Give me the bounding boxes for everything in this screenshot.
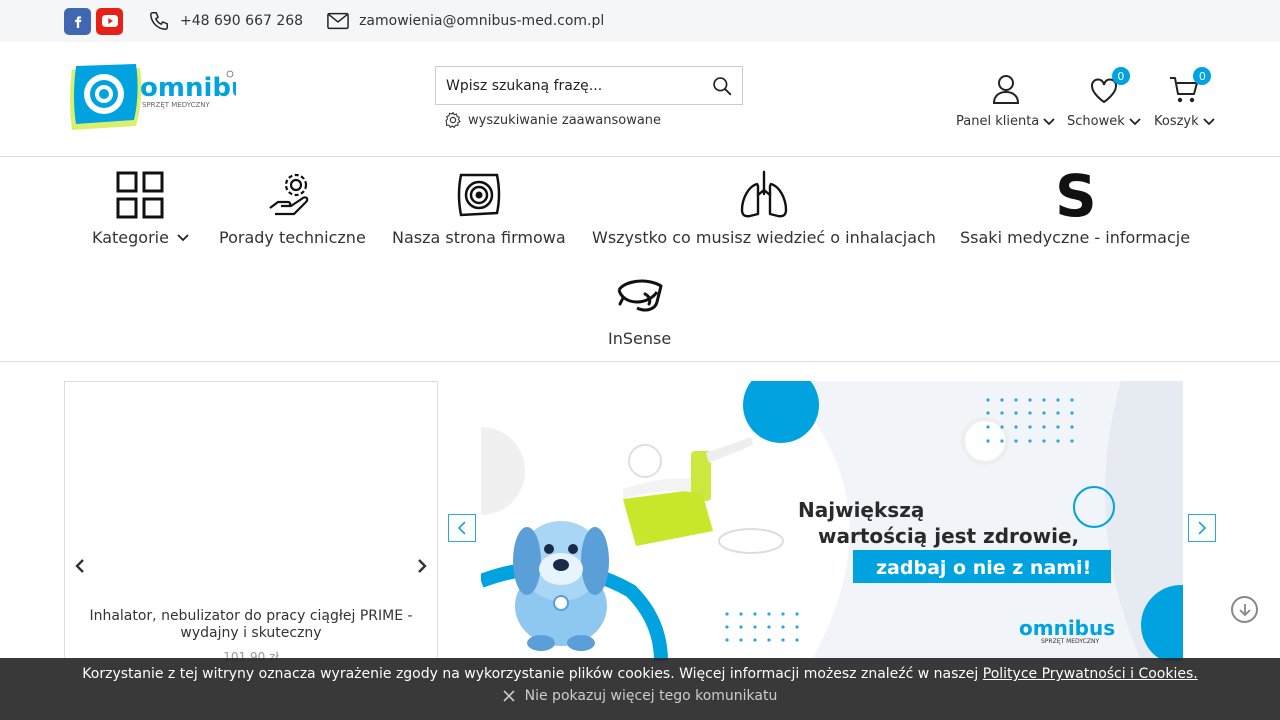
email-address: zamowienia@omnibus-med.com.pl xyxy=(359,13,605,29)
header: omnibus SPRZĘT MEDYCZNY wyszukiwanie zaa… xyxy=(0,42,1280,157)
nav-item-company-site[interactable]: Nasza strona firmowa xyxy=(392,170,566,247)
chevron-right-icon xyxy=(418,559,427,573)
search-button[interactable] xyxy=(702,67,742,104)
nav-item-aspirators-info[interactable]: S Ssaki medyczne - informacje xyxy=(960,170,1190,247)
carousel-prev-button[interactable] xyxy=(75,557,85,578)
letter-s-icon: S xyxy=(1055,170,1097,220)
grid-icon xyxy=(116,171,164,219)
banner-brand: omnibus xyxy=(1019,616,1115,640)
hero-banner[interactable]: Największą wartością jest zdrowie, zadba… xyxy=(481,381,1183,661)
cookie-banner: Korzystanie z tej witryny oznacza wyraże… xyxy=(0,658,1280,720)
product-title[interactable]: Inhalator, nebulizator do pracy ciągłej … xyxy=(85,608,417,642)
banner-line2: wartością jest zdrowie, xyxy=(818,524,1079,548)
nav-item-categories[interactable]: Kategorie xyxy=(92,170,189,247)
product-carousel: Inhalator, nebulizator do pracy ciągłej … xyxy=(64,381,438,701)
wishlist-menu[interactable]: 0 Schowek xyxy=(1067,67,1141,129)
cart-menu[interactable]: 0 Koszyk xyxy=(1154,67,1215,129)
top-bar: +48 690 667 268 zamowienia@omnibus-med.c… xyxy=(0,0,1280,42)
nav-label: Nasza strona firmowa xyxy=(392,228,566,247)
privacy-policy-link[interactable]: Polityce Prywatności i Cookies. xyxy=(983,666,1198,682)
arrow-down-icon xyxy=(1238,603,1251,616)
banner-brand-sub: SPRZĘT MEDYCZNY xyxy=(1041,638,1099,645)
cart-count-badge: 0 xyxy=(1193,67,1212,85)
banner-prev-button[interactable] xyxy=(448,514,476,542)
facebook-icon[interactable] xyxy=(64,7,91,35)
nav-item-tech-tips[interactable]: Porady techniczne xyxy=(219,170,366,247)
nav-label: Wszystko co musisz wiedzieć o inhalacjac… xyxy=(592,228,936,247)
hand-gear-icon xyxy=(269,173,309,216)
advanced-search-label: wyszukiwanie zaawansowane xyxy=(468,112,662,128)
lungs-icon xyxy=(740,170,788,218)
cookie-message: Korzystanie z tej witryny oznacza wyraże… xyxy=(82,666,979,682)
wishlist-label: Schowek xyxy=(1067,114,1125,129)
cookie-message-row: Korzystanie z tej witryny oznacza wyraże… xyxy=(0,666,1280,682)
phone-icon xyxy=(150,12,168,30)
search-box xyxy=(435,66,743,105)
banner-line3: zadbaj o nie z nami! xyxy=(876,557,1091,579)
svg-text:SPRZĘT MEDYCZNY: SPRZĘT MEDYCZNY xyxy=(142,101,211,109)
mail-icon xyxy=(327,12,349,30)
advanced-search-link[interactable]: wyszukiwanie zaawansowane xyxy=(444,111,661,129)
phone-contact[interactable]: +48 690 667 268 xyxy=(148,10,303,32)
search-input[interactable] xyxy=(436,67,702,104)
scroll-down-button[interactable] xyxy=(1231,596,1258,623)
mask-icon xyxy=(617,279,663,312)
chevron-down-icon xyxy=(1043,117,1055,125)
nav-item-insense[interactable]: InSense xyxy=(608,271,671,348)
cookie-dismiss-label: Nie pokazuj więcej tego komunikatu xyxy=(524,688,778,704)
chevron-down-icon xyxy=(1203,117,1215,125)
user-icon xyxy=(992,75,1019,104)
chevron-left-icon xyxy=(457,521,466,535)
email-contact[interactable]: zamowienia@omnibus-med.com.pl xyxy=(327,12,604,30)
omnibus-logo-icon xyxy=(457,173,501,217)
chevron-right-icon xyxy=(1198,521,1207,535)
chevron-down-icon xyxy=(1129,117,1141,125)
search-icon xyxy=(713,76,732,95)
cookie-dismiss-button[interactable]: Nie pokazuj więcej tego komunikatu xyxy=(0,688,1280,704)
nav-label: InSense xyxy=(608,329,672,348)
phone-number: +48 690 667 268 xyxy=(180,13,304,29)
nav-label: Porady techniczne xyxy=(219,228,366,247)
chevron-down-icon xyxy=(177,233,189,241)
site-logo[interactable]: omnibus SPRZĘT MEDYCZNY xyxy=(66,60,265,136)
main-navigation: Kategorie Porady techniczne Nasza strona… xyxy=(0,157,1280,362)
banner-line1: Największą xyxy=(798,498,924,522)
banner-artwork: Największą wartością jest zdrowie, zadba… xyxy=(481,381,1183,661)
wishlist-count-badge: 0 xyxy=(1111,67,1130,85)
chevron-left-icon xyxy=(75,559,84,573)
nav-item-inhalation-info[interactable]: Wszystko co musisz wiedzieć o inhalacjac… xyxy=(592,170,936,247)
svg-text:omnibus: omnibus xyxy=(140,73,236,103)
banner-next-button[interactable] xyxy=(1188,514,1216,542)
gear-icon xyxy=(445,111,461,128)
client-panel-menu[interactable]: Panel klienta xyxy=(956,70,1055,129)
client-panel-label: Panel klienta xyxy=(956,114,1040,129)
carousel-next-button[interactable] xyxy=(417,557,427,578)
nav-label: Ssaki medyczne - informacje xyxy=(960,228,1191,247)
close-icon xyxy=(503,690,515,702)
svg-text:S: S xyxy=(1055,170,1097,220)
cart-label: Koszyk xyxy=(1154,114,1199,129)
youtube-icon[interactable] xyxy=(96,7,123,35)
nav-label: Kategorie xyxy=(92,228,169,247)
